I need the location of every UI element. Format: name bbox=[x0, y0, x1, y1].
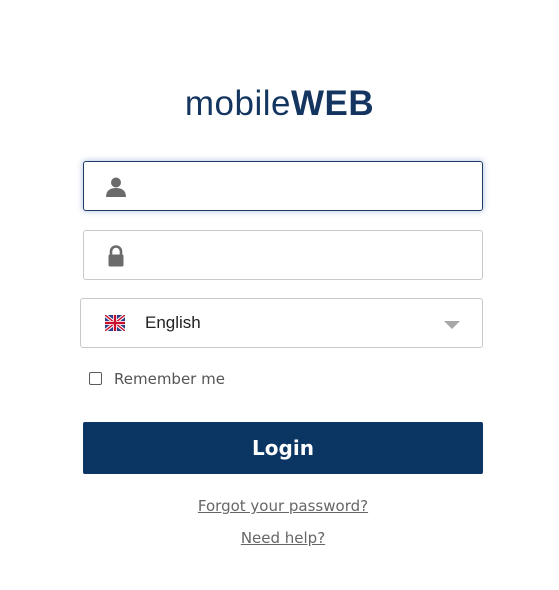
chevron-down-icon bbox=[444, 321, 460, 329]
uk-flag-icon bbox=[103, 313, 127, 333]
username-input[interactable] bbox=[144, 170, 468, 204]
login-button[interactable]: Login bbox=[83, 422, 483, 474]
app-logo: mobileWEB bbox=[0, 82, 559, 126]
logo-bold-text: WEB bbox=[290, 84, 375, 123]
remember-me-label[interactable]: Remember me bbox=[114, 370, 225, 388]
remember-me-checkbox[interactable] bbox=[89, 372, 102, 385]
password-field[interactable] bbox=[83, 230, 483, 280]
language-select[interactable]: English bbox=[80, 298, 483, 348]
user-icon bbox=[104, 175, 128, 199]
username-field[interactable] bbox=[83, 161, 483, 211]
login-page: mobileWEB English Remember me Login Forg… bbox=[0, 0, 559, 590]
forgot-password-link[interactable]: Forgot your password? bbox=[0, 497, 559, 515]
lock-icon bbox=[104, 244, 128, 268]
logo-light-text: mobile bbox=[184, 84, 291, 123]
need-help-link[interactable]: Need help? bbox=[0, 529, 559, 547]
language-selected-value: English bbox=[145, 313, 201, 332]
password-input[interactable] bbox=[144, 239, 468, 273]
